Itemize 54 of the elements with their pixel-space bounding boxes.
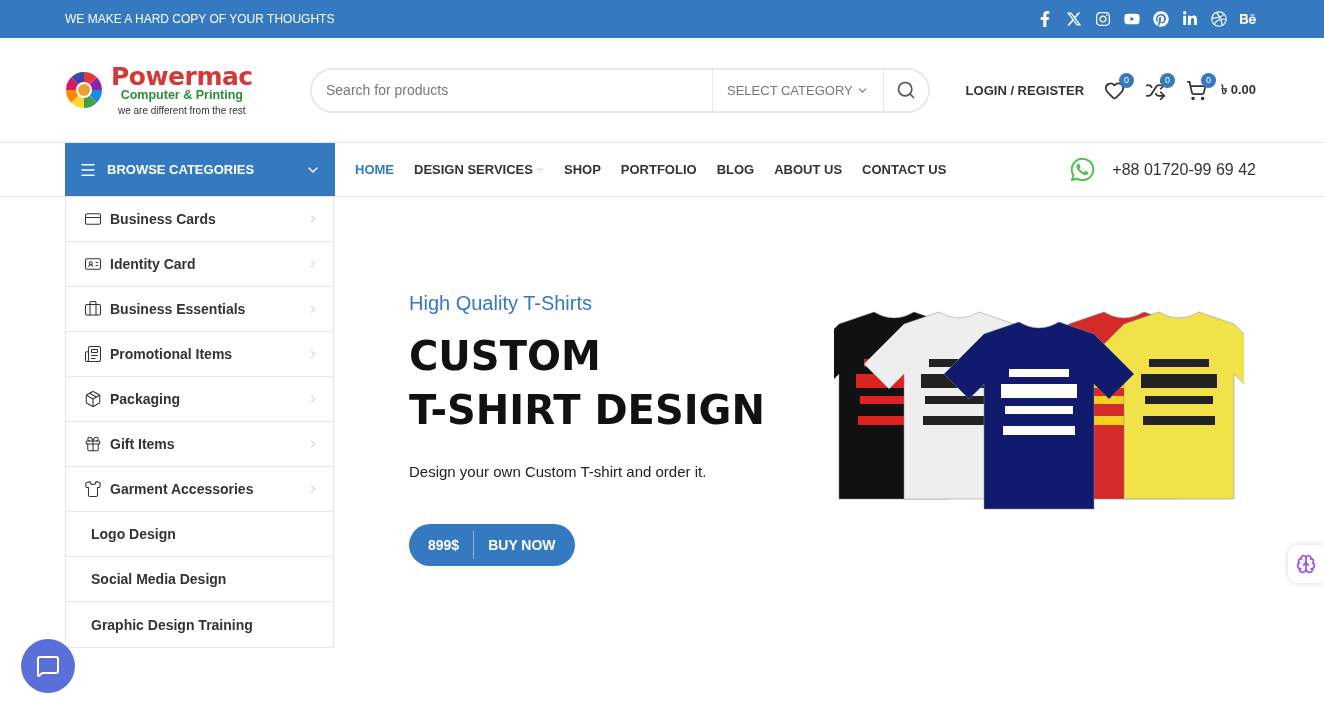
search-field[interactable]: Search for products SELECT CATEGORY bbox=[310, 67, 930, 113]
hero-kicker: High Quality T-Shirts bbox=[409, 292, 594, 315]
youtube-icon[interactable] bbox=[1124, 11, 1140, 27]
category-item[interactable]: Business Essentials bbox=[66, 287, 333, 332]
count-badge: 0 bbox=[1119, 72, 1135, 88]
cart-icon[interactable] bbox=[1186, 79, 1208, 101]
category-item[interactable]: Social Media Design bbox=[66, 557, 333, 602]
category-item[interactable]: Packaging bbox=[66, 377, 333, 422]
pinterest-icon[interactable] bbox=[1153, 11, 1169, 27]
category-item[interactable]: Logo Design bbox=[66, 512, 333, 557]
nav-link[interactable]: SHOP bbox=[563, 162, 601, 177]
nav-link[interactable]: BLOG bbox=[716, 162, 755, 177]
chat-icon bbox=[36, 654, 60, 678]
whatsapp-icon[interactable] bbox=[1069, 156, 1097, 183]
nav-link[interactable]: ABOUT US bbox=[774, 162, 843, 177]
tagline: WE MAKE A HARD COPY OF YOUR THOUGHTS bbox=[65, 12, 335, 26]
category-item[interactable]: Identity Card bbox=[66, 242, 333, 287]
logo-name: Powermac bbox=[111, 64, 253, 90]
box-icon bbox=[84, 390, 102, 408]
instagram-icon[interactable] bbox=[1095, 11, 1111, 27]
logo-subtitle: Computer & Printing bbox=[120, 89, 243, 103]
cart-total: ৳ 0.00 bbox=[1221, 80, 1256, 99]
dribbble-icon[interactable] bbox=[1211, 11, 1227, 27]
category-item[interactable]: Garment Accessories bbox=[66, 467, 333, 512]
category-item[interactable]: Graphic Design Training bbox=[66, 602, 333, 647]
nav-link[interactable]: CONTACT US bbox=[862, 162, 947, 177]
x-icon[interactable] bbox=[1066, 11, 1082, 27]
chat-button[interactable] bbox=[21, 639, 75, 693]
id-card-icon bbox=[84, 255, 102, 273]
count-badge: 0 bbox=[1160, 72, 1176, 88]
category-item[interactable]: Promotional Items bbox=[66, 332, 333, 377]
briefcase-icon bbox=[84, 300, 102, 318]
phone-number: +88 01720-99 69 42 bbox=[1112, 160, 1256, 179]
logo-slogan: we are different from the rest bbox=[118, 104, 246, 116]
count-badge: 0 bbox=[1201, 72, 1217, 88]
category-item[interactable]: Gift Items bbox=[66, 422, 333, 467]
gift-icon bbox=[84, 435, 102, 453]
newspaper-icon bbox=[84, 345, 102, 363]
category-item[interactable]: Business Cards bbox=[66, 197, 333, 242]
nav-link[interactable]: HOME bbox=[355, 162, 394, 177]
login-link[interactable]: LOGIN / REGISTER bbox=[965, 82, 1085, 98]
hero-text: Design your own Custom T-shirt and order it. bbox=[409, 463, 708, 480]
nav-link[interactable]: DESIGN SERVICES bbox=[414, 162, 544, 177]
buy-now-button[interactable]: 899$ BUY NOW bbox=[409, 524, 575, 566]
hero-title: CUSTOM T-SHIRT DESIGN bbox=[409, 332, 766, 435]
card-icon bbox=[84, 210, 102, 228]
logo-icon bbox=[65, 71, 103, 109]
behance-icon[interactable] bbox=[1240, 11, 1256, 27]
brain-icon[interactable] bbox=[1288, 545, 1324, 583]
browse-categories-button[interactable]: BROWSE CATEGORIES bbox=[65, 143, 335, 196]
nav-link[interactable]: PORTFOLIO bbox=[620, 162, 697, 177]
linkedin-icon[interactable] bbox=[1182, 11, 1198, 27]
shirt-icon bbox=[84, 480, 102, 498]
category-select[interactable]: SELECT CATEGORY bbox=[712, 69, 884, 111]
